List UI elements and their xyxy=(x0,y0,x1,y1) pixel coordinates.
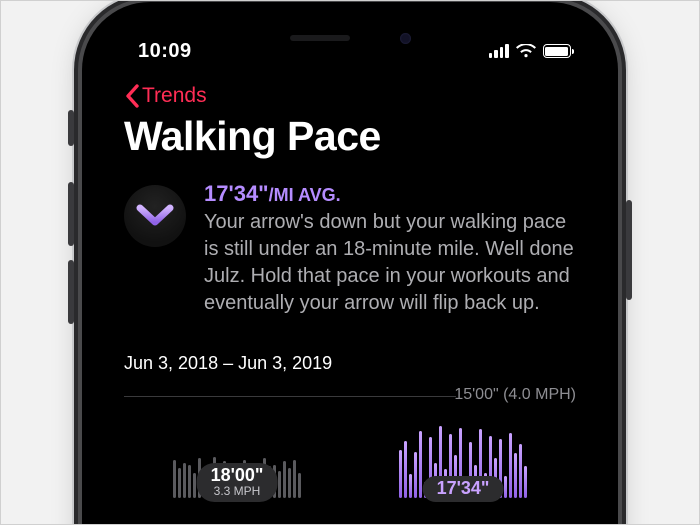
chart-bar xyxy=(419,431,422,498)
chart-series-past: 18'00" 3.3 MPH xyxy=(124,398,350,498)
mute-switch xyxy=(68,110,74,146)
chart-bar xyxy=(298,473,301,499)
back-button[interactable]: Trends xyxy=(124,84,207,108)
chart-series-recent: 17'34" xyxy=(350,398,576,498)
chart-bar xyxy=(288,468,291,498)
chart-badge-recent: 17'34" xyxy=(423,476,504,502)
badge-sub: 3.3 MPH xyxy=(211,485,264,497)
battery-icon xyxy=(543,44,575,58)
chart-date-range: Jun 3, 2018 – Jun 3, 2019 xyxy=(124,353,576,374)
chart-bar xyxy=(293,460,296,498)
chart-bar xyxy=(193,473,196,499)
chart-bar xyxy=(183,463,186,498)
summary-body: Your arrow's down but your walking pace … xyxy=(204,209,576,317)
summary-unit: /MI AVG. xyxy=(269,185,341,205)
chart-bars: 18'00" 3.3 MPH 17'34" xyxy=(124,398,576,498)
speaker-grille xyxy=(290,35,350,41)
chart-badge-past: 18'00" 3.3 MPH xyxy=(197,463,278,502)
chart-bar xyxy=(409,474,412,498)
chart-bar xyxy=(278,471,281,498)
chart-bar xyxy=(524,466,527,498)
chart-bar xyxy=(504,476,507,498)
page-title: Walking Pace xyxy=(124,114,576,159)
chart-bar xyxy=(514,453,517,498)
chart-bar xyxy=(414,452,417,498)
badge-value: 17'34" xyxy=(437,479,490,497)
wifi-icon xyxy=(516,44,536,58)
chart-bar xyxy=(188,465,191,499)
chart-bar xyxy=(173,460,176,498)
status-time: 10:09 xyxy=(138,40,192,63)
chart-gridline xyxy=(124,396,456,397)
chevron-left-icon xyxy=(124,84,140,108)
trend-summary: 17'34"/MI AVG. Your arrow's down but you… xyxy=(124,181,576,317)
summary-heading: 17'34"/MI AVG. xyxy=(204,181,576,207)
cellular-signal-icon xyxy=(489,44,509,58)
volume-up-button xyxy=(68,182,74,246)
chart-bar xyxy=(399,450,402,498)
summary-value: 17'34" xyxy=(204,181,269,206)
chevron-down-icon xyxy=(135,202,175,230)
side-button xyxy=(626,200,632,300)
chart-bar xyxy=(519,444,522,498)
trend-arrow-badge xyxy=(124,185,186,247)
badge-value: 18'00" xyxy=(211,466,264,484)
front-camera xyxy=(400,33,411,44)
volume-down-button xyxy=(68,260,74,324)
phone-screen: 10:09 Trends xyxy=(102,20,598,525)
chart-bar xyxy=(404,441,407,499)
phone-device-frame: 10:09 Trends xyxy=(82,2,618,525)
status-indicators xyxy=(489,44,575,58)
display-notch xyxy=(231,20,469,56)
back-label: Trends xyxy=(142,84,207,108)
chart-bar xyxy=(283,461,286,498)
chart-bar xyxy=(178,468,181,498)
chart-bar xyxy=(509,433,512,499)
pace-chart[interactable]: 15'00" (4.0 MPH) 18'00" 3.3 MPH 17'34" xyxy=(124,388,576,508)
